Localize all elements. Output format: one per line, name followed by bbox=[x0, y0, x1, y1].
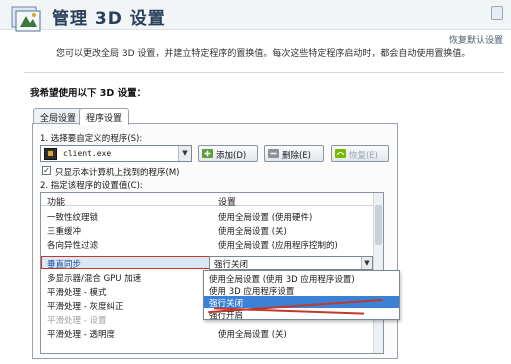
row-feature: 多显示器/混合 GPU 加速 bbox=[47, 274, 142, 284]
program-select-value: client.exe bbox=[63, 149, 112, 158]
divider bbox=[24, 72, 504, 73]
vsync-setting-value: 强行关闭 bbox=[214, 260, 249, 270]
row-feature: 一致性纹理锁 bbox=[47, 213, 99, 223]
row-feature: 平滑处理 - 设置 bbox=[47, 316, 107, 326]
column-header-feature: 功能 bbox=[47, 198, 66, 208]
page-description: 您可以更改全局 3D 设置，并建立特定程序的置换值。每次这些特定程序启动时，都会… bbox=[56, 49, 471, 59]
tab-global-settings[interactable]: 全局设置 bbox=[33, 108, 84, 124]
3d-settings-icon bbox=[11, 6, 41, 32]
chevron-down-icon[interactable]: ▼ bbox=[361, 257, 372, 269]
table-row[interactable]: 各向异性过滤 使用全局设置 (应用程序控制的) bbox=[41, 237, 375, 251]
table-row[interactable]: 三重缓冲 使用全局设置 (关) bbox=[41, 223, 375, 237]
show-local-programs-label: 只显示本计算机上找到的程序(M) bbox=[55, 168, 180, 178]
app-icon bbox=[44, 148, 57, 160]
nvidia-icon bbox=[335, 149, 346, 158]
row-feature: 平滑处理 - 透明度 bbox=[47, 330, 115, 340]
table-row[interactable]: 一致性纹理锁 使用全局设置 (使用硬件) bbox=[41, 209, 375, 223]
remove-icon bbox=[268, 149, 279, 158]
show-local-programs-checkbox[interactable]: ✓ bbox=[42, 166, 51, 175]
row-feature: 平滑处理 - 模式 bbox=[47, 288, 107, 298]
scroll-up-button[interactable] bbox=[491, 6, 503, 20]
row-setting: 使用全局设置 (应用程序控制的) bbox=[218, 241, 338, 251]
row-setting: 使用全局设置 (使用硬件) bbox=[218, 213, 313, 223]
step1-label: 1. 选择要自定义的程序(S): bbox=[40, 134, 143, 144]
add-icon bbox=[202, 149, 213, 158]
vsync-dropdown-list: 使用全局设置 (使用 3D 应用程序设置) 使用 3D 应用程序设置 强行关闭 … bbox=[203, 270, 400, 321]
tab-program-settings[interactable]: 程序设置 bbox=[79, 108, 130, 125]
page-title: 管理 3D 设置 bbox=[52, 9, 166, 29]
restore-defaults-link[interactable]: 恢复默认设置 bbox=[449, 33, 503, 46]
column-header-setting: 设置 bbox=[218, 198, 237, 208]
row-feature: 各向异性过滤 bbox=[47, 241, 99, 251]
row-feature: 三重缓冲 bbox=[47, 227, 82, 237]
program-select[interactable]: client.exe ▼ bbox=[40, 145, 192, 162]
step2-label: 2. 指定该程序的设置值(C): bbox=[40, 181, 143, 191]
chevron-down-icon[interactable]: ▼ bbox=[178, 146, 191, 161]
row-setting: 使用全局设置 (关) bbox=[218, 330, 287, 340]
row-feature: 平滑处理 - 灰度纠正 bbox=[47, 302, 124, 312]
dropdown-option[interactable]: 使用全局设置 (使用 3D 应用程序设置) bbox=[204, 272, 399, 285]
add-program-button[interactable]: 添加(D) bbox=[198, 145, 258, 162]
remove-program-button[interactable]: 删除(E) bbox=[264, 145, 324, 162]
restore-program-label: 恢复(E) bbox=[349, 151, 379, 161]
table-row[interactable]: 平滑处理 - 透明度 使用全局设置 (关) bbox=[41, 326, 375, 340]
vsync-setting-combo[interactable]: 强行关闭 ▼ bbox=[209, 256, 373, 270]
row-feature: 垂直同步 bbox=[47, 260, 82, 270]
remove-program-label: 删除(E) bbox=[282, 151, 312, 161]
add-program-label: 添加(D) bbox=[216, 151, 247, 161]
section-title: 我希望使用以下 3D 设置： bbox=[30, 88, 147, 99]
header-bar: 管理 3D 设置 bbox=[0, 0, 511, 32]
dropdown-option[interactable]: 使用 3D 应用程序设置 bbox=[204, 284, 399, 297]
restore-program-button[interactable]: 恢复(E) bbox=[331, 145, 389, 162]
scrollbar-thumb[interactable] bbox=[375, 205, 382, 245]
table-header: 功能 设置 bbox=[41, 193, 375, 208]
row-setting: 使用全局设置 (关) bbox=[218, 227, 287, 237]
